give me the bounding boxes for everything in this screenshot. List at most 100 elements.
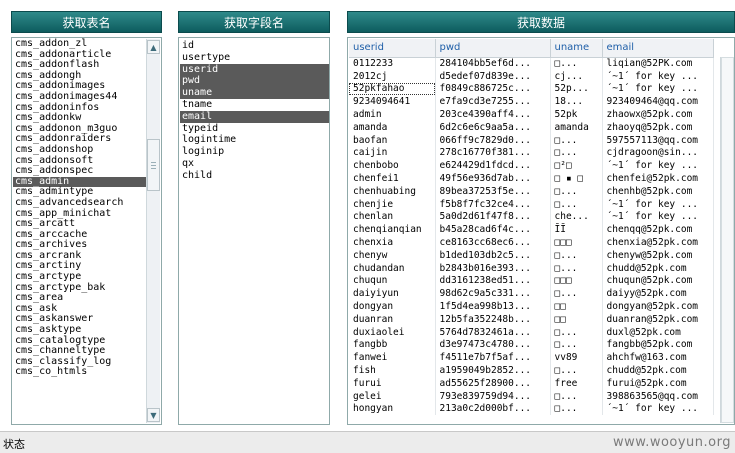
table-cell[interactable]: 12b5fa352248b... [435, 312, 551, 326]
field-list-item[interactable]: pwd [180, 75, 329, 88]
fields-listbox[interactable]: id usertype userid pwd uname tname email typeid… [178, 37, 330, 425]
table-row[interactable]: dongyan 1f5d4ea998b13... □□ dongyan@52pk.co… [349, 300, 714, 313]
table-cell[interactable]: duxl@52pk.com [602, 325, 714, 339]
field-list-item[interactable]: typeid [180, 123, 329, 135]
table-cell[interactable]: □... [550, 146, 603, 160]
table-cell[interactable]: a1959049b2852... [435, 364, 551, 377]
table-row[interactable]: fanwei f4511e7b7f5af... vv89 ahchfw@163.com [349, 351, 714, 365]
table-row[interactable]: fish a1959049b2852... □... chudd@52pk.com [349, 364, 714, 377]
table-cell[interactable]: chenxia@52pk.com [602, 236, 714, 249]
table-cell[interactable]: 49f56e936d7ab... [435, 172, 551, 185]
table-cell[interactable]: 0112233 [349, 57, 436, 70]
table-cell[interactable]: □□□ [550, 274, 603, 288]
table-list-item[interactable]: cms_co_htmls [13, 367, 146, 378]
table-cell[interactable]: □... [550, 248, 603, 262]
table-cell[interactable]: caijin [349, 146, 436, 160]
table-row[interactable]: baofan 066ff9c7829d0... □... 597557113@qq.c… [349, 133, 714, 147]
table-cell[interactable]: chenjie [349, 197, 436, 211]
field-list-item[interactable]: tname [180, 99, 329, 111]
field-list-item[interactable]: uname [180, 87, 329, 99]
table-cell[interactable]: 284104bb5ef6d... [435, 57, 551, 70]
table-cell[interactable]: □²□ [550, 159, 603, 173]
table-cell[interactable]: □... [550, 325, 603, 339]
tables-scrollbar[interactable]: ▲ ▼ [146, 39, 160, 423]
table-cell[interactable]: fanwei [349, 351, 436, 365]
table-row[interactable]: chenlan 5a0d2d61f47f8... che... ´~1´ for ke… [349, 210, 714, 224]
data-grid[interactable]: userid pwd uname email 0112233 284104bb5ef6d… [347, 37, 735, 425]
table-cell[interactable]: 278c16770f381... [435, 146, 551, 160]
table-cell[interactable]: ´~1´ for key ... [602, 82, 714, 96]
table-cell[interactable]: dd3161238ed51... [435, 274, 551, 288]
table-row[interactable]: chenfei1 49f56e936d7ab... □ ▪ □ chenfei@52p… [349, 172, 714, 185]
table-list-item[interactable]: cms_advancedsearch [13, 197, 146, 209]
field-list-item[interactable]: qx [180, 158, 329, 170]
field-list-item[interactable]: usertype [180, 52, 329, 64]
table-cell[interactable]: fangbb@52pk.com [602, 338, 714, 352]
table-cell[interactable]: amanda [349, 120, 436, 134]
scroll-down-icon[interactable]: ▼ [147, 408, 160, 422]
table-row[interactable]: chenxia ce8163cc68ec6... □□□ chenxia@52pk.c… [349, 236, 714, 249]
column-header-uname[interactable]: uname [550, 39, 603, 58]
table-cell[interactable]: vv89 [550, 351, 603, 365]
table-row[interactable]: duanran 12b5fa352248b... □□ duanran@52pk.co… [349, 312, 714, 326]
table-cell[interactable]: ´~1´ for key ... [602, 402, 714, 416]
table-cell[interactable]: f5b8f7fc32ce4... [435, 197, 551, 211]
table-cell[interactable]: daiyiyun [349, 287, 436, 301]
table-cell[interactable]: 066ff9c7829d0... [435, 133, 551, 147]
table-cell[interactable]: 5764d7832461a... [435, 325, 551, 339]
table-cell[interactable]: amanda [550, 120, 603, 134]
table-cell[interactable]: chenbobo [349, 159, 436, 173]
table-cell[interactable]: chudd@52pk.com [602, 364, 714, 377]
table-cell[interactable]: □... [550, 261, 603, 275]
table-cell[interactable]: zhaoyq@52pk.com [602, 120, 714, 134]
table-list-item[interactable]: cms_addon_zl [13, 38, 146, 50]
table-cell[interactable]: chenyw [349, 248, 436, 262]
table-cell[interactable]: furui@52pk.com [602, 376, 714, 390]
table-cell[interactable]: b2843b016e393... [435, 261, 551, 275]
table-cell[interactable]: b45a28cad6f4c... [435, 223, 551, 237]
table-cell[interactable]: 98d62c9a5c331... [435, 287, 551, 301]
table-row[interactable]: admin 203ce4390aff4... 52pk zhaowx@52pk.com [349, 108, 714, 121]
table-cell[interactable]: chenlan [349, 210, 436, 224]
table-row[interactable]: 52pkfahao f0849c886725c... 52p... ´~1´ for … [349, 82, 714, 96]
table-cell[interactable]: □... [550, 57, 603, 70]
table-cell[interactable]: chenyw@52pk.com [602, 248, 714, 262]
table-row[interactable]: chenhuabing 89bea37253f5e... □... chenhb@52… [349, 184, 714, 198]
table-cell[interactable]: 52pk [550, 108, 603, 121]
table-cell[interactable]: 2012cj [349, 69, 436, 83]
table-cell[interactable]: 398863565@qq.com [602, 389, 714, 403]
table-row[interactable]: fangbb d3e97473c4780... □... fangbb@52pk.co… [349, 338, 714, 352]
field-list-item[interactable]: userid [180, 63, 329, 76]
table-cell[interactable]: 18... [550, 95, 603, 109]
table-cell[interactable]: d5edef07d839e... [435, 69, 551, 83]
table-cell[interactable]: e7fa9cd3e7255... [435, 95, 551, 109]
table-cell[interactable]: che... [550, 210, 603, 224]
table-cell[interactable]: dongyan [349, 300, 436, 313]
table-cell[interactable]: chenhuabing [349, 184, 436, 198]
table-cell[interactable]: chuqun@52pk.com [602, 274, 714, 288]
table-cell[interactable]: ahchfw@163.com [602, 351, 714, 365]
table-row[interactable]: chenjie f5b8f7fc32ce4... □... ´~1´ for key … [349, 197, 714, 211]
table-cell[interactable]: □... [550, 338, 603, 352]
table-cell[interactable]: baofan [349, 133, 436, 147]
table-list-item[interactable]: cms_addonshop [13, 144, 146, 156]
table-cell[interactable]: chuqun [349, 274, 436, 288]
table-cell[interactable]: □□ [550, 300, 603, 313]
table-row[interactable]: furui ad55625f28900... free furui@52pk.com [349, 376, 714, 390]
table-cell[interactable]: 89bea37253f5e... [435, 184, 551, 198]
table-cell[interactable]: zhaowx@52pk.com [602, 108, 714, 121]
table-cell[interactable]: dongyan@52pk.com [602, 300, 714, 313]
field-list-item[interactable]: child [180, 170, 329, 182]
table-cell[interactable]: □□□ [550, 236, 603, 249]
table-cell[interactable]: □□ [550, 312, 603, 326]
table-row[interactable]: chenyw b1ded103db2c5... □... chenyw@52pk.co… [349, 248, 714, 262]
table-cell[interactable]: □... [550, 133, 603, 147]
table-cell[interactable]: liqian@52PK.com [602, 57, 714, 70]
table-row[interactable]: duxiaolei 5764d7832461a... □... duxl@52pk.c… [349, 325, 714, 339]
table-cell[interactable]: gelei [349, 389, 436, 403]
table-cell[interactable]: hongyan [349, 402, 436, 416]
table-list-item[interactable]: cms_addonimages44 [13, 91, 146, 103]
table-cell[interactable]: chenxia [349, 236, 436, 249]
table-row[interactable]: chenqianqian b45a28cad6f4c... ĪĪ chenqq@52p… [349, 223, 714, 237]
table-cell[interactable]: b1ded103db2c5... [435, 248, 551, 262]
